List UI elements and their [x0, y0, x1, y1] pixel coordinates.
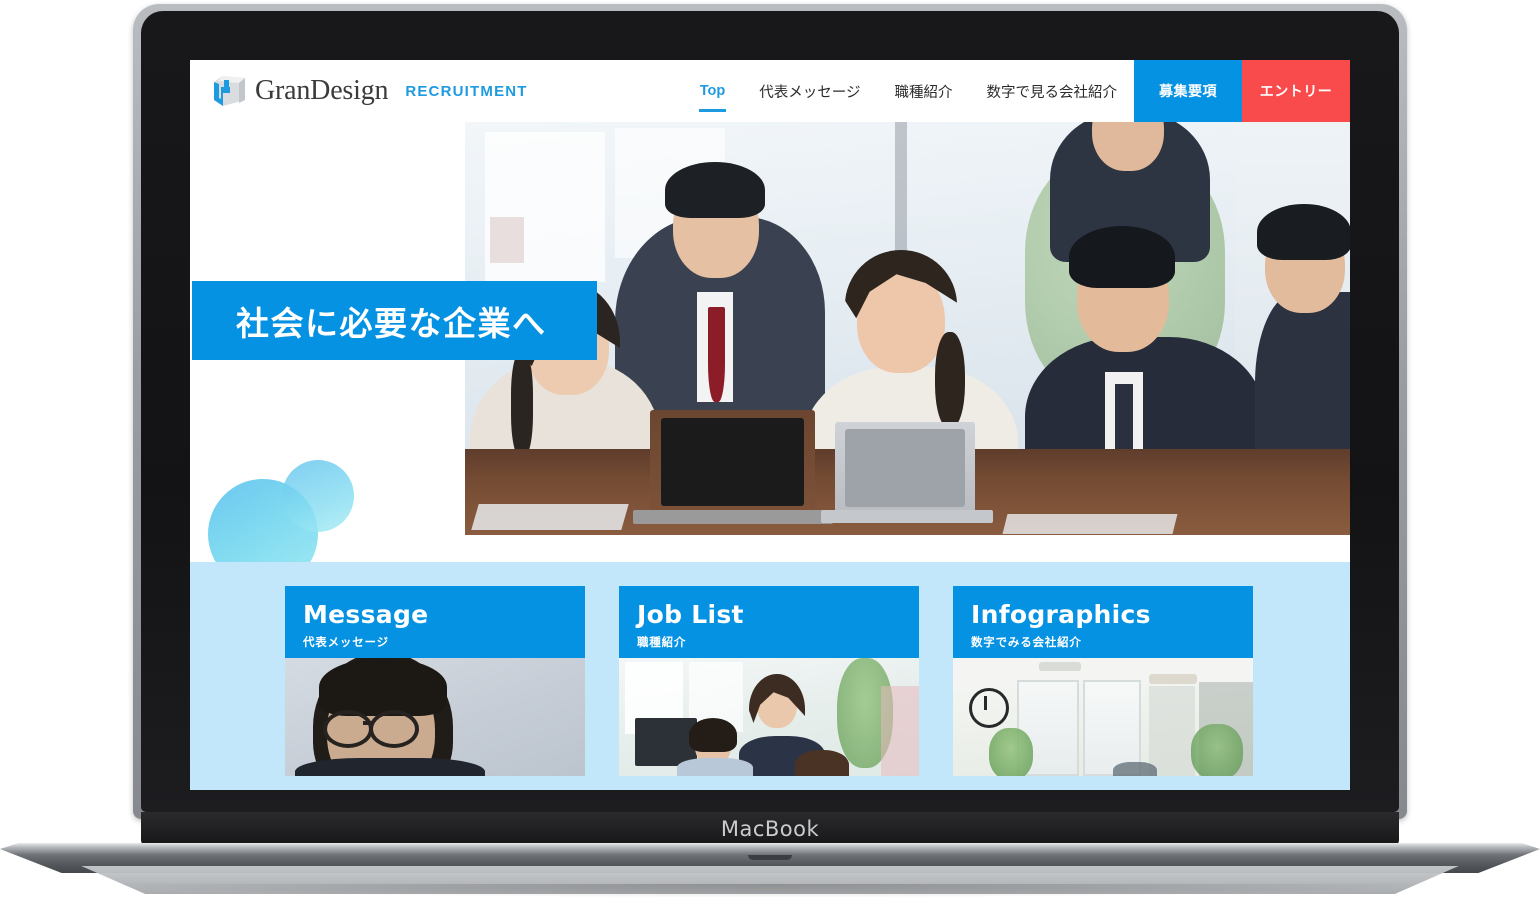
laptop-chin: MacBook	[141, 812, 1399, 846]
card-infographics-subtitle: 数字でみる会社紹介	[971, 637, 1082, 649]
macbook-label: MacBook	[720, 817, 820, 841]
nav-item-message[interactable]: 代表メッセージ	[742, 60, 877, 122]
hero-section: 社会に必要な企業へ	[190, 122, 1350, 622]
laptop-screen: GranDesign RECRUITMENT Top 代表メッセージ 職種紹介 …	[190, 60, 1350, 790]
laptop-base-notch	[748, 855, 792, 860]
card-message-title: Message	[303, 600, 429, 629]
nav-item-top[interactable]: Top	[683, 60, 743, 122]
nav-item-infographics[interactable]: 数字で見る会社紹介	[970, 60, 1135, 122]
site-header: GranDesign RECRUITMENT Top 代表メッセージ 職種紹介 …	[190, 60, 1350, 122]
card-message-subtitle: 代表メッセージ	[303, 637, 389, 649]
entry-button[interactable]: エントリー	[1242, 60, 1350, 122]
card-job-list[interactable]: Job List 職種紹介	[619, 586, 919, 776]
hero-headline: 社会に必要な企業へ	[192, 281, 597, 360]
card-infographics-header: Infographics 数字でみる会社紹介	[953, 586, 1253, 658]
card-message[interactable]: Message 代表メッセージ	[285, 586, 585, 776]
card-infographics-title: Infographics	[971, 600, 1151, 629]
card-job-list-header: Job List 職種紹介	[619, 586, 919, 658]
card-job-list-photo	[619, 658, 919, 776]
card-job-list-subtitle: 職種紹介	[637, 637, 687, 649]
brand-logo[interactable]: GranDesign RECRUITMENT	[190, 60, 528, 122]
cards-section: Message 代表メッセージ Job List 職種紹介 Infographi…	[190, 562, 1350, 790]
card-job-list-title: Job List	[637, 600, 744, 629]
recruitment-requirements-button[interactable]: 募集要項	[1134, 60, 1242, 122]
brand-subtitle: RECRUITMENT	[405, 82, 528, 100]
nav-item-job-list[interactable]: 職種紹介	[878, 60, 970, 122]
card-message-header: Message 代表メッセージ	[285, 586, 585, 658]
cards-row: Message 代表メッセージ Job List 職種紹介 Infographi…	[285, 586, 1253, 776]
hero-headline-text: 社会に必要な企業へ	[236, 303, 547, 343]
brand-name: GranDesign	[255, 75, 389, 106]
decor-bubble-small	[282, 460, 354, 532]
screenshot-stage: GranDesign RECRUITMENT Top 代表メッセージ 職種紹介 …	[0, 0, 1540, 900]
grandesign-cube-logo-icon	[212, 75, 246, 107]
hero-photo	[465, 122, 1350, 535]
card-infographics-photo	[953, 658, 1253, 776]
card-message-photo	[285, 658, 585, 776]
main-navigation: Top 代表メッセージ 職種紹介 数字で見る会社紹介 募集要項 エントリー	[683, 60, 1350, 122]
laptop-shadow	[90, 884, 1450, 898]
card-infographics[interactable]: Infographics 数字でみる会社紹介	[953, 586, 1253, 776]
